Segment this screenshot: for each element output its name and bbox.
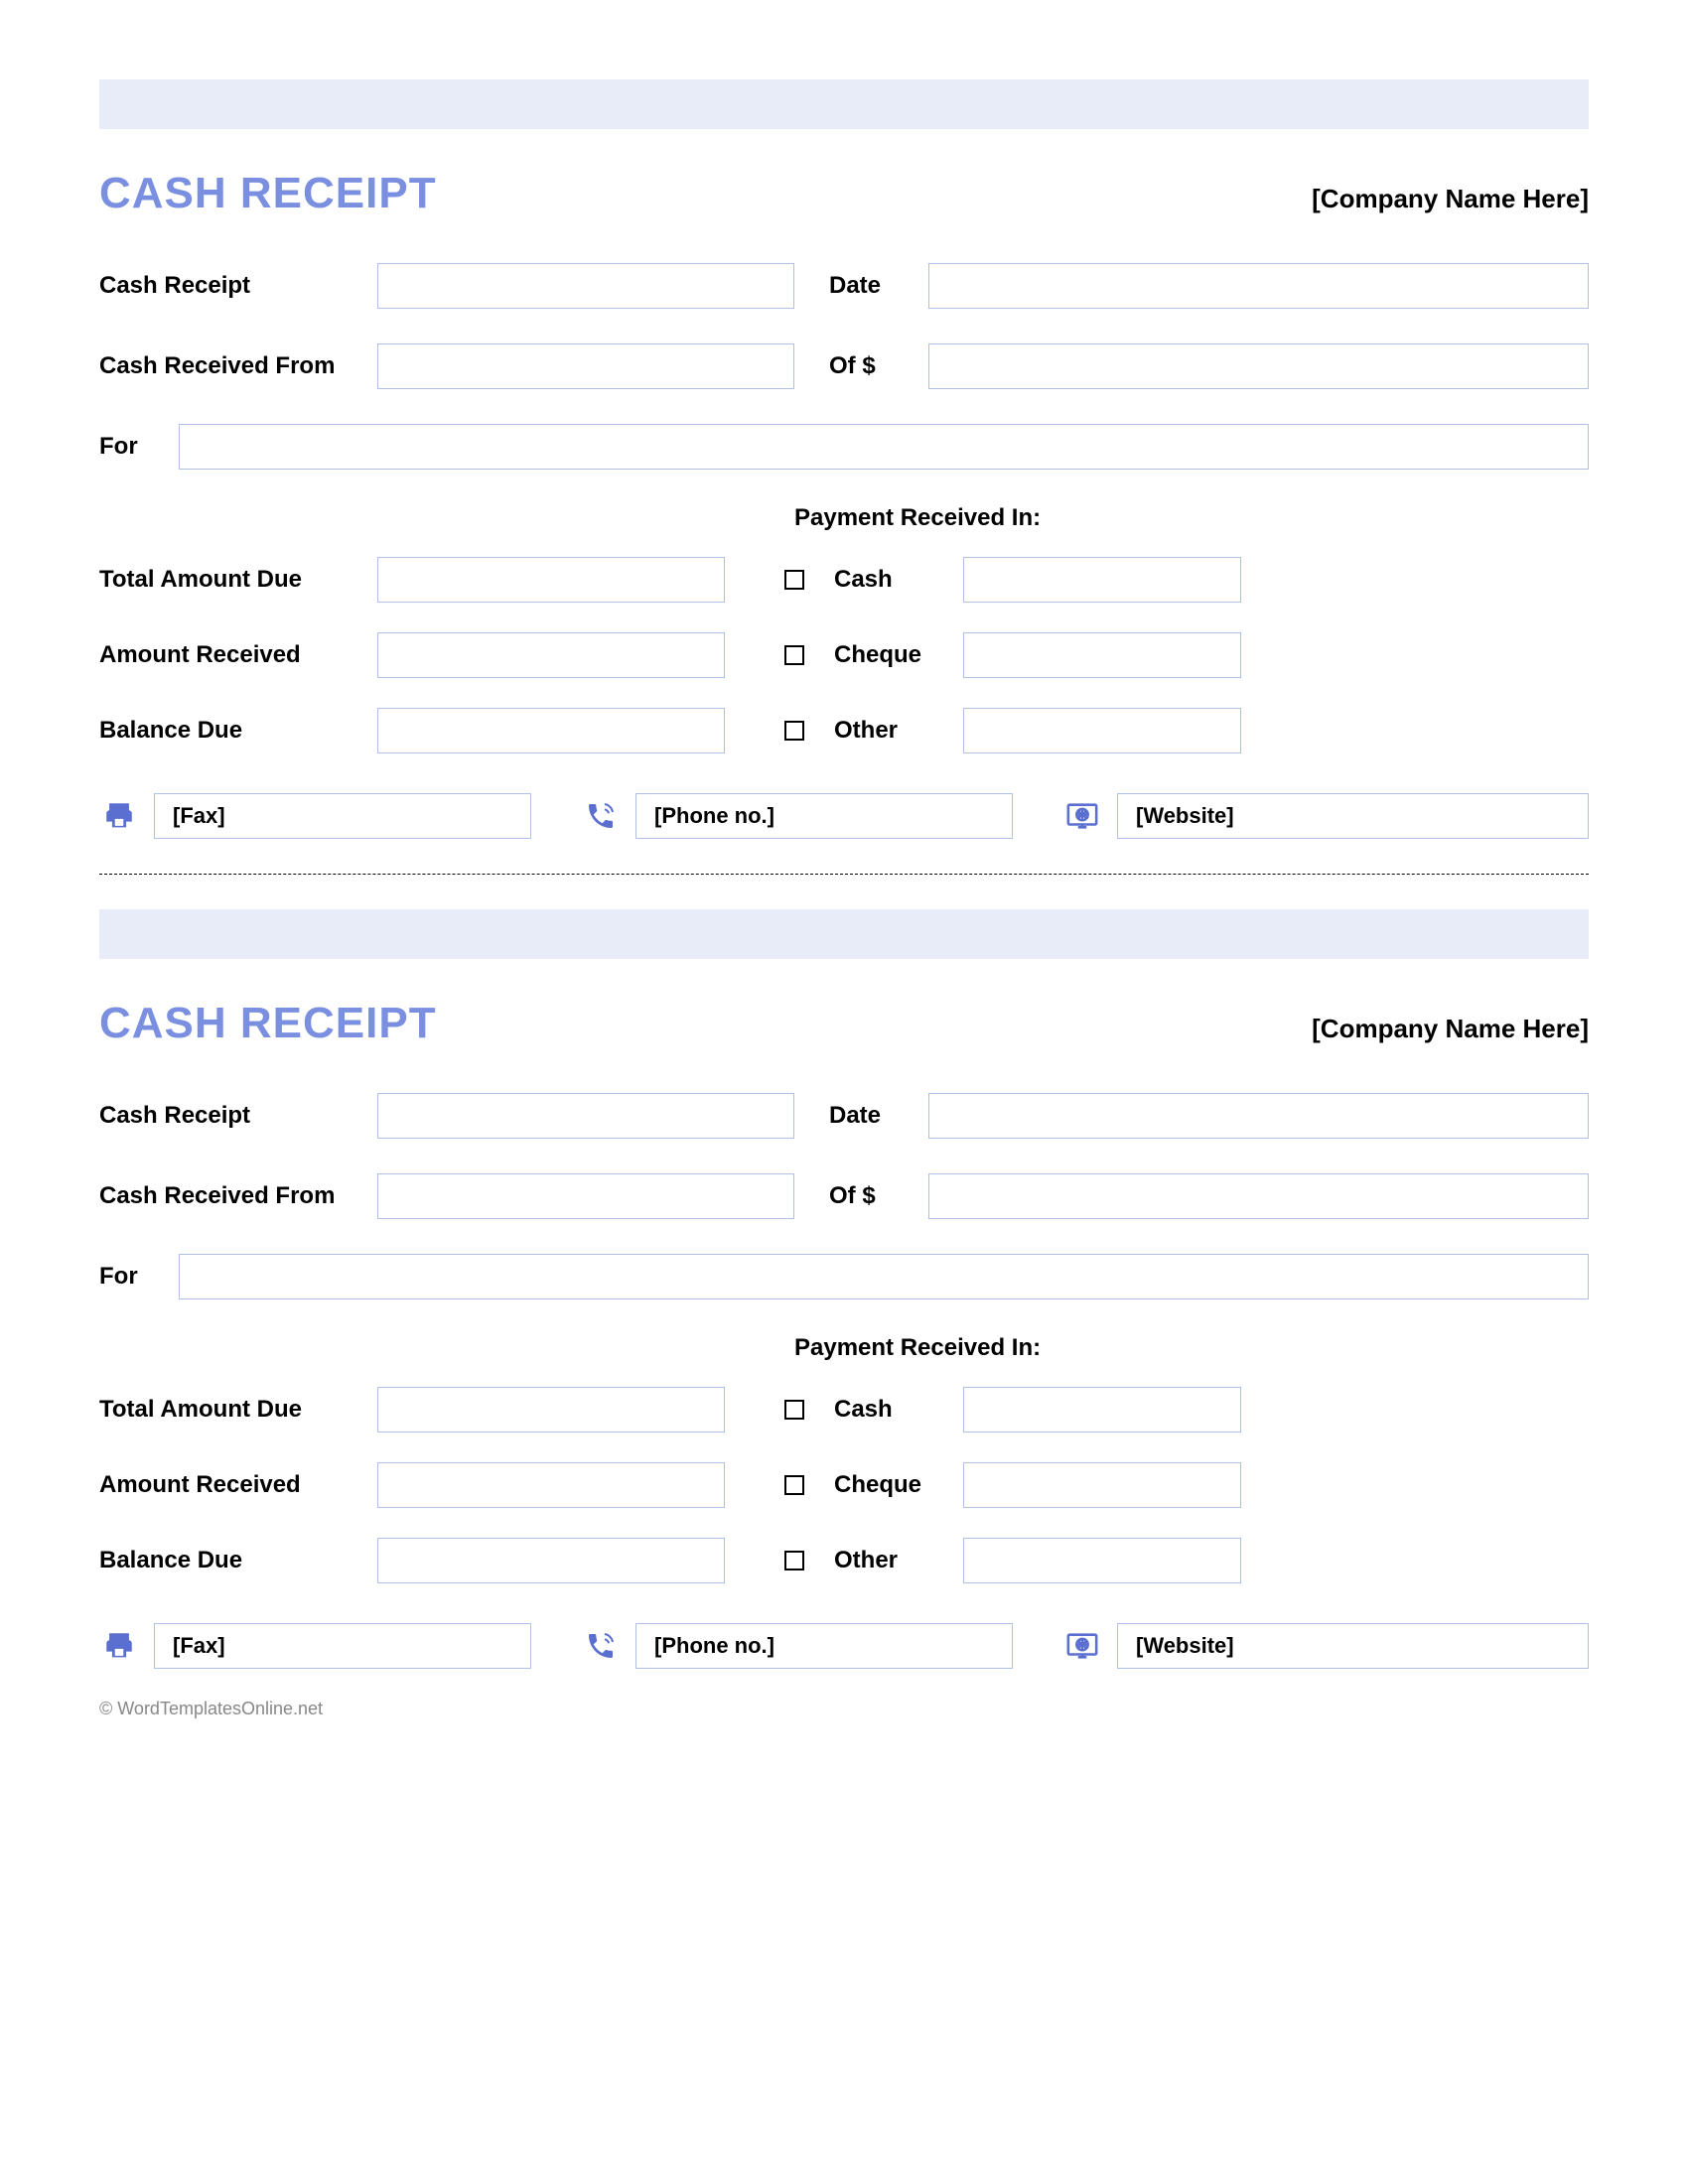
checkbox-cash[interactable] — [784, 570, 804, 590]
label-total: Total Amount Due — [99, 1396, 377, 1424]
receipt-1: CASH RECEIPT [Company Name Here] Cash Re… — [99, 79, 1589, 839]
cheque-field[interactable] — [963, 632, 1241, 678]
label-receipt: Cash Receipt — [99, 1102, 377, 1130]
label-for: For — [99, 433, 179, 461]
total-field[interactable] — [377, 557, 725, 603]
other-field[interactable] — [963, 1538, 1241, 1583]
fax-field[interactable]: [Fax] — [154, 793, 531, 839]
from-field[interactable] — [377, 1173, 794, 1219]
label-from: Cash Received From — [99, 1182, 377, 1210]
label-for: For — [99, 1263, 179, 1291]
phone-field[interactable]: [Phone no.] — [635, 1623, 1013, 1669]
label-amount: Amount Received — [99, 641, 377, 669]
checkbox-cheque[interactable] — [784, 1475, 804, 1495]
fax-field[interactable]: [Fax] — [154, 1623, 531, 1669]
page-title: CASH RECEIPT — [99, 999, 437, 1048]
label-payment: Payment Received In: — [99, 504, 1589, 532]
footer: © WordTemplatesOnline.net — [99, 1699, 1589, 1719]
amount-field[interactable] — [377, 1462, 725, 1508]
label-date: Date — [829, 1102, 928, 1130]
divider — [99, 874, 1589, 875]
for-field[interactable] — [179, 424, 1589, 470]
website-icon — [1062, 1626, 1102, 1666]
from-field[interactable] — [377, 343, 794, 389]
label-other: Other — [834, 717, 963, 745]
company-name: [Company Name Here] — [1312, 1014, 1589, 1044]
date-field[interactable] — [928, 1093, 1589, 1139]
label-payment: Payment Received In: — [99, 1334, 1589, 1362]
label-cash: Cash — [834, 566, 963, 594]
checkbox-other[interactable] — [784, 1551, 804, 1570]
label-cheque: Cheque — [834, 1471, 963, 1499]
banner — [99, 909, 1589, 959]
fax-icon — [99, 1626, 139, 1666]
for-field[interactable] — [179, 1254, 1589, 1299]
website-icon — [1062, 796, 1102, 836]
label-balance: Balance Due — [99, 717, 377, 745]
receipt-2: CASH RECEIPT [Company Name Here] Cash Re… — [99, 909, 1589, 1669]
label-cheque: Cheque — [834, 641, 963, 669]
website-field[interactable]: [Website] — [1117, 1623, 1589, 1669]
phone-field[interactable]: [Phone no.] — [635, 793, 1013, 839]
label-balance: Balance Due — [99, 1547, 377, 1574]
receipt-field[interactable] — [377, 1093, 794, 1139]
of-field[interactable] — [928, 1173, 1589, 1219]
website-field[interactable]: [Website] — [1117, 793, 1589, 839]
total-field[interactable] — [377, 1387, 725, 1433]
label-other: Other — [834, 1547, 963, 1574]
balance-field[interactable] — [377, 708, 725, 753]
checkbox-other[interactable] — [784, 721, 804, 741]
of-field[interactable] — [928, 343, 1589, 389]
cash-field[interactable] — [963, 1387, 1241, 1433]
label-receipt: Cash Receipt — [99, 272, 377, 300]
checkbox-cheque[interactable] — [784, 645, 804, 665]
banner — [99, 79, 1589, 129]
date-field[interactable] — [928, 263, 1589, 309]
label-date: Date — [829, 272, 928, 300]
checkbox-cash[interactable] — [784, 1400, 804, 1420]
phone-icon — [581, 1626, 621, 1666]
page-title: CASH RECEIPT — [99, 169, 437, 218]
label-from: Cash Received From — [99, 352, 377, 380]
label-total: Total Amount Due — [99, 566, 377, 594]
phone-icon — [581, 796, 621, 836]
label-of: Of $ — [829, 352, 928, 380]
amount-field[interactable] — [377, 632, 725, 678]
cash-field[interactable] — [963, 557, 1241, 603]
cheque-field[interactable] — [963, 1462, 1241, 1508]
company-name: [Company Name Here] — [1312, 184, 1589, 214]
label-of: Of $ — [829, 1182, 928, 1210]
label-cash: Cash — [834, 1396, 963, 1424]
fax-icon — [99, 796, 139, 836]
balance-field[interactable] — [377, 1538, 725, 1583]
label-amount: Amount Received — [99, 1471, 377, 1499]
receipt-field[interactable] — [377, 263, 794, 309]
other-field[interactable] — [963, 708, 1241, 753]
